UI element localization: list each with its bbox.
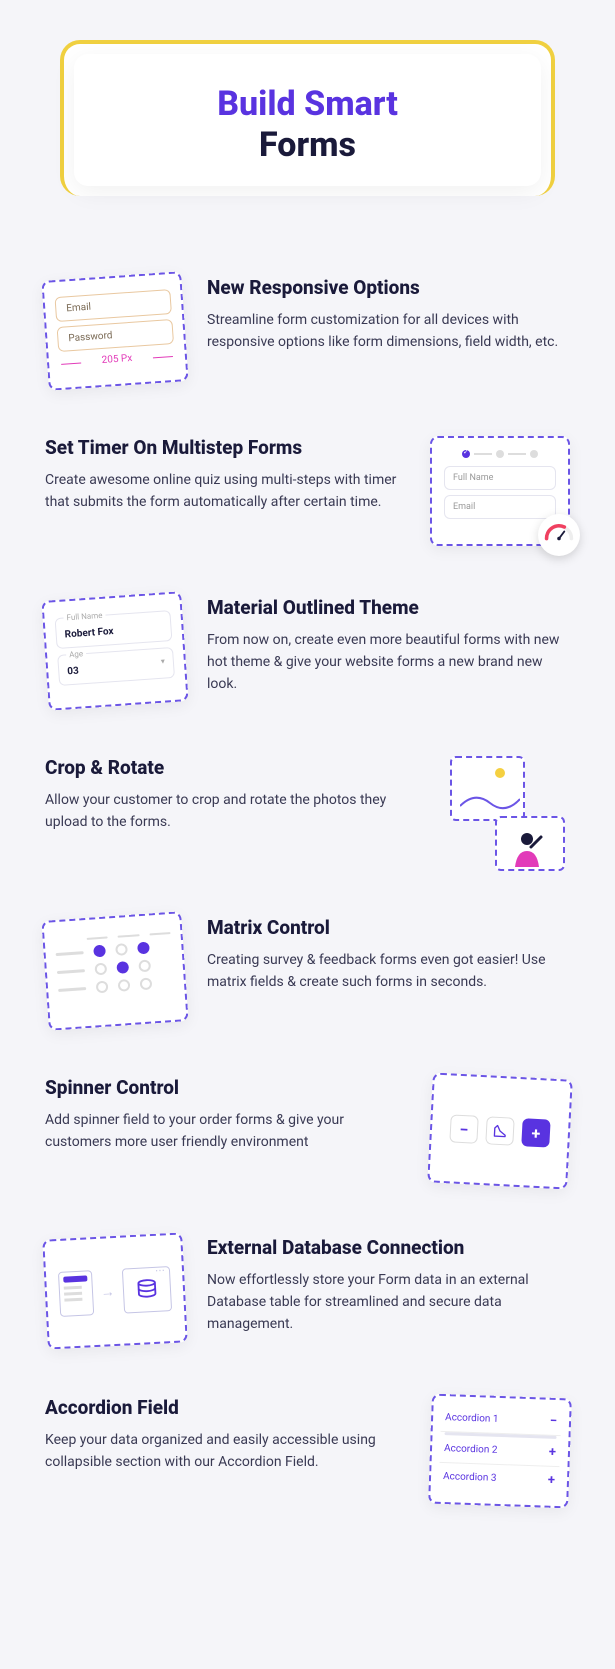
landscape-photo-icon [450, 756, 525, 821]
feature-desc: Add spinner field to your order forms & … [45, 1109, 408, 1154]
feature-accordion: Accordion 1− Accordion 2+ Accordion 3+ A… [45, 1396, 570, 1506]
radio-off-icon [140, 977, 153, 990]
minus-icon: − [449, 1114, 478, 1143]
step-dot [530, 450, 538, 458]
feature-title: Crop & Rotate [45, 756, 408, 779]
timer-illustration: Full Name Email [430, 436, 570, 546]
person-photo-icon [495, 816, 565, 871]
feature-database: → External Database Connection Now effor… [45, 1236, 570, 1346]
radio-off-icon [96, 980, 109, 993]
feature-title: Spinner Control [45, 1076, 408, 1099]
email-field-mock: Email [444, 495, 556, 519]
database-window-icon [122, 1265, 173, 1312]
feature-timer: Full Name Email Set Timer On Multistep F… [45, 436, 570, 546]
feature-title: Material Outlined Theme [207, 596, 570, 619]
radio-on-icon [116, 961, 129, 974]
radio-on-icon [137, 941, 150, 954]
feature-title: New Responsive Options [207, 276, 570, 299]
feature-title: External Database Connection [207, 1236, 570, 1259]
accordion-row: Accordion 2+ [440, 1435, 561, 1467]
features-list: Email Password 205 Px New Responsive Opt… [0, 196, 615, 1596]
step-dot [496, 450, 504, 458]
accordion-row: Accordion 3+ [439, 1462, 560, 1493]
feature-material: Full Name Robert Fox Age 03 ▾ Material O… [45, 596, 570, 706]
feature-desc: Create awesome online quiz using multi-s… [45, 469, 408, 514]
radio-off-icon [118, 979, 131, 992]
stepper [444, 450, 556, 458]
radio-off-icon [115, 943, 128, 956]
minus-icon: − [550, 1413, 558, 1428]
radio-off-icon [94, 962, 107, 975]
feature-desc: From now on, create even more beautiful … [207, 629, 570, 696]
chevron-down-icon: ▾ [161, 656, 166, 665]
responsive-illustration: Email Password 205 Px [41, 271, 188, 390]
database-illustration: → [42, 1232, 188, 1349]
header-card: Build Smart Forms [60, 40, 555, 196]
password-field-mock: Password [57, 319, 174, 352]
fullname-field-mock: Full Name [444, 466, 556, 490]
feature-spinner: − + Spinner Control Add spinner field to… [45, 1076, 570, 1186]
spinner-illustration: − + [427, 1072, 573, 1189]
page-title: Build Smart Forms [84, 84, 531, 166]
feature-desc: Keep your data organized and easily acce… [45, 1429, 408, 1474]
title-line-2: Forms [259, 125, 356, 165]
email-field-mock: Email [54, 289, 171, 322]
feature-desc: Creating survey & feedback forms even go… [207, 949, 570, 994]
feature-crop: Crop & Rotate Allow your customer to cro… [45, 756, 570, 866]
plus-icon: + [521, 1118, 550, 1147]
dimension-label: 205 Px [59, 349, 175, 368]
accordion-row: Accordion 1− [441, 1404, 562, 1436]
crop-illustration [430, 756, 570, 866]
feature-title: Accordion Field [45, 1396, 408, 1419]
feature-desc: Allow your customer to crop and rotate t… [45, 789, 408, 834]
feature-matrix: Matrix Control Creating survey & feedbac… [45, 916, 570, 1026]
shoe-icon [485, 1116, 514, 1145]
matrix-illustration [41, 911, 188, 1030]
feature-responsive: Email Password 205 Px New Responsive Opt… [45, 276, 570, 386]
arrow-right-icon: → [100, 1282, 115, 1300]
radio-on-icon [93, 944, 106, 957]
timer-gauge-icon [538, 514, 580, 556]
step-complete-icon [462, 450, 470, 458]
fullname-outlined-field: Full Name Robert Fox [55, 610, 173, 649]
feature-desc: Now effortlessly store your Form data in… [207, 1269, 570, 1336]
plus-icon: + [549, 1444, 557, 1459]
accordion-illustration: Accordion 1− Accordion 2+ Accordion 3+ [428, 1393, 572, 1508]
form-icon [58, 1269, 94, 1316]
title-line-1: Build Smart [217, 84, 398, 124]
radio-off-icon [138, 959, 151, 972]
material-illustration: Full Name Robert Fox Age 03 ▾ [41, 591, 188, 710]
feature-title: Matrix Control [207, 916, 570, 939]
age-outlined-field: Age 03 ▾ [57, 647, 175, 686]
feature-desc: Streamline form customization for all de… [207, 309, 570, 354]
feature-title: Set Timer On Multistep Forms [45, 436, 408, 459]
plus-icon: + [548, 1472, 556, 1487]
